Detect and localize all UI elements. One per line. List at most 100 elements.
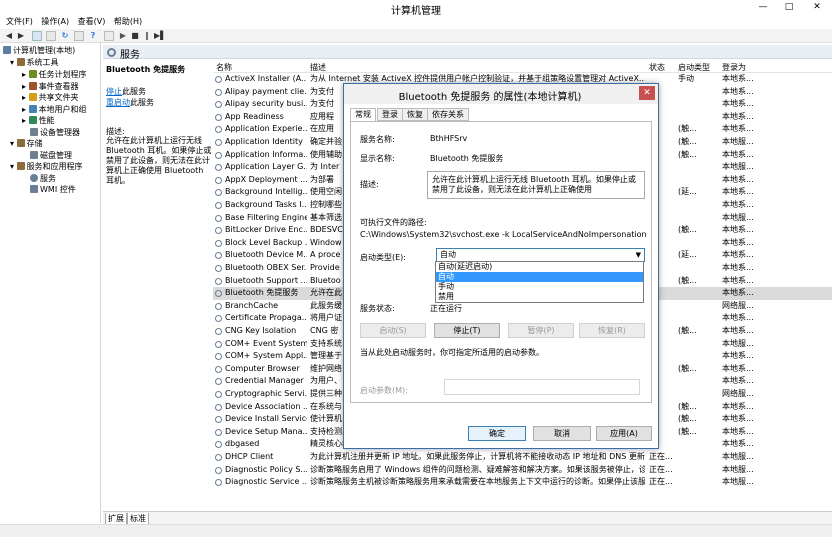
cell-name: Bluetooth 免提服务: [225, 288, 299, 298]
gear-icon: [215, 113, 222, 121]
cell-logon: 本地服...: [722, 338, 754, 348]
menu-file[interactable]: 文件(F): [6, 15, 33, 29]
column-status[interactable]: 状态: [649, 62, 665, 73]
start-icon[interactable]: ▶: [118, 31, 128, 41]
table-row[interactable]: Diagnostic Service ... 诊断策略服务主机被诊断策略服务用来承…: [213, 476, 832, 489]
start-button[interactable]: 启动(S): [360, 323, 426, 338]
pause-button[interactable]: 暂停(P): [508, 323, 574, 338]
tree-item-disk-management[interactable]: 磁盘管理: [30, 150, 72, 161]
cell-name: Background Tasks I...: [225, 200, 307, 209]
gear-icon: [215, 416, 222, 424]
ok-button[interactable]: 确定: [468, 426, 526, 441]
gear-icon: [215, 391, 222, 398]
exe-path-label: 可执行文件的路径:: [360, 218, 427, 227]
gear-icon: [215, 176, 222, 184]
gear-icon: [107, 48, 116, 57]
tree-item-computer-management[interactable]: 计算机管理(本地): [3, 45, 75, 56]
startup-type-selected: 自动: [440, 250, 456, 259]
gear-icon: [215, 239, 222, 247]
clock-icon: [28, 70, 37, 78]
column-description[interactable]: 描述: [310, 62, 326, 73]
tab-logon[interactable]: 登录: [377, 108, 403, 121]
stop-service-link[interactable]: 停止: [106, 87, 122, 96]
option-manual[interactable]: 手动: [436, 282, 643, 292]
tree-item-system-tools[interactable]: ▾ 系统工具: [10, 57, 59, 68]
gear-icon: [215, 202, 222, 209]
restart-service-link[interactable]: 重启动: [106, 98, 130, 107]
tab-general[interactable]: 常规: [350, 108, 376, 122]
cell-startup: (触...: [678, 124, 697, 134]
column-logon-as[interactable]: 登录为: [722, 62, 746, 73]
tree-item-services[interactable]: 服务: [30, 173, 56, 184]
startup-type-select[interactable]: 自动 ▼: [436, 248, 645, 262]
minimize-button[interactable]: —: [752, 0, 774, 14]
cell-name: Bluetooth OBEX Ser...: [225, 263, 307, 272]
tree-item-event-viewer[interactable]: ▸ 事件查看器: [22, 81, 79, 92]
dialog-description-box[interactable]: 允许在此计算机上运行无线 Bluetooth 耳机。如果停止或禁用了此设备，则无…: [427, 171, 645, 199]
menu-view[interactable]: 查看(V): [78, 15, 106, 29]
cell-logon: 本地服...: [722, 452, 754, 461]
tree-item-performance[interactable]: ▸ 性能: [22, 115, 55, 126]
tree-item-local-users[interactable]: ▸ 本地用户和组: [22, 104, 87, 115]
show-hide-icon[interactable]: [104, 31, 114, 41]
dialog-close-button[interactable]: ✕: [639, 86, 655, 100]
menu-help[interactable]: 帮助(H): [114, 15, 142, 29]
stop-button[interactable]: 停止(T): [434, 323, 500, 338]
column-name[interactable]: 名称: [216, 62, 232, 73]
option-disabled[interactable]: 禁用: [436, 292, 643, 302]
export-icon[interactable]: [74, 31, 84, 41]
cell-logon: 本地系...: [722, 263, 754, 272]
dialog-description-label: 描述:: [360, 180, 379, 189]
gear-icon: [215, 227, 222, 235]
tab-recovery[interactable]: 恢复: [402, 108, 428, 121]
menu-action[interactable]: 操作(A): [41, 15, 69, 29]
cell-desc: 诊断策略服务启用了 Windows 组件的问题检测、疑难解答和解决方案。如果该服…: [310, 464, 645, 474]
column-startup-type[interactable]: 启动类型: [678, 62, 710, 73]
table-row[interactable]: Diagnostic Policy S... 诊断策略服务启用了 Windows …: [213, 464, 832, 477]
cell-startup: (触...: [678, 426, 697, 436]
tree-item-storage[interactable]: ▾ 存储: [10, 138, 43, 149]
cell-name: Application Identity: [225, 137, 303, 146]
gear-icon: [215, 466, 222, 474]
back-icon[interactable]: ◀: [4, 31, 14, 41]
cell-startup: (延...: [678, 187, 697, 197]
tab-dependencies[interactable]: 依存关系: [427, 108, 469, 121]
option-auto[interactable]: 自动: [436, 272, 643, 282]
close-button[interactable]: ✕: [806, 0, 828, 14]
refresh-icon[interactable]: ↻: [60, 31, 70, 41]
cell-status: 正在...: [649, 464, 673, 474]
stop-icon[interactable]: ■: [130, 31, 140, 41]
properties-icon[interactable]: [46, 31, 56, 41]
gear-icon: [30, 173, 38, 182]
tree-item-services-apps[interactable]: ▾ 服务和应用程序: [10, 161, 83, 172]
cell-name: Credential Manager: [225, 376, 304, 386]
start-params-input[interactable]: [444, 379, 640, 395]
pause-icon[interactable]: ‖: [142, 31, 152, 41]
cell-name: Diagnostic Service ...: [225, 477, 307, 487]
apply-button[interactable]: 应用(A): [596, 426, 652, 441]
help-icon[interactable]: ?: [88, 31, 98, 41]
forward-icon[interactable]: ▶: [16, 31, 26, 41]
table-row[interactable]: DHCP Client 为此计算机注册并更新 IP 地址。如果此服务停止，计算机将…: [213, 451, 832, 464]
description-text: 允许在此计算机上运行无线 Bluetooth 耳机。如果停止或禁用了此设备，则无…: [106, 136, 212, 185]
navigation-tree: 计算机管理(本地) ▾ 系统工具 ▸ 任务计划程序 ▸ 事件查看器 ▸ 共享文件…: [0, 43, 101, 523]
console-icon[interactable]: [32, 31, 42, 41]
cell-startup: (触...: [678, 414, 697, 424]
gear-icon: [215, 139, 222, 146]
dialog-tabs: 常规 登录 恢复 依存关系: [350, 108, 652, 122]
tree-item-shared-folders[interactable]: ▸ 共享文件夹: [22, 92, 79, 103]
cancel-button[interactable]: 取消: [533, 426, 591, 441]
gear-icon: [215, 189, 222, 197]
tree-item-device-manager[interactable]: 设备管理器: [30, 127, 80, 138]
tree-item-task-scheduler[interactable]: ▸ 任务计划程序: [22, 69, 87, 80]
option-auto-delayed[interactable]: 自动(延迟启动): [436, 262, 643, 272]
tree-item-wmi[interactable]: WMI 控件: [30, 184, 76, 195]
cell-name: Bluetooth Device M...: [225, 250, 307, 260]
maximize-button[interactable]: □: [778, 0, 800, 14]
gear-icon: [215, 88, 222, 96]
gear-icon: [215, 378, 222, 386]
computer-icon: [3, 46, 11, 54]
cell-logon: 本地系...: [722, 326, 754, 335]
resume-button[interactable]: 恢复(R): [579, 323, 645, 338]
restart-icon[interactable]: ▶▌: [154, 31, 166, 41]
